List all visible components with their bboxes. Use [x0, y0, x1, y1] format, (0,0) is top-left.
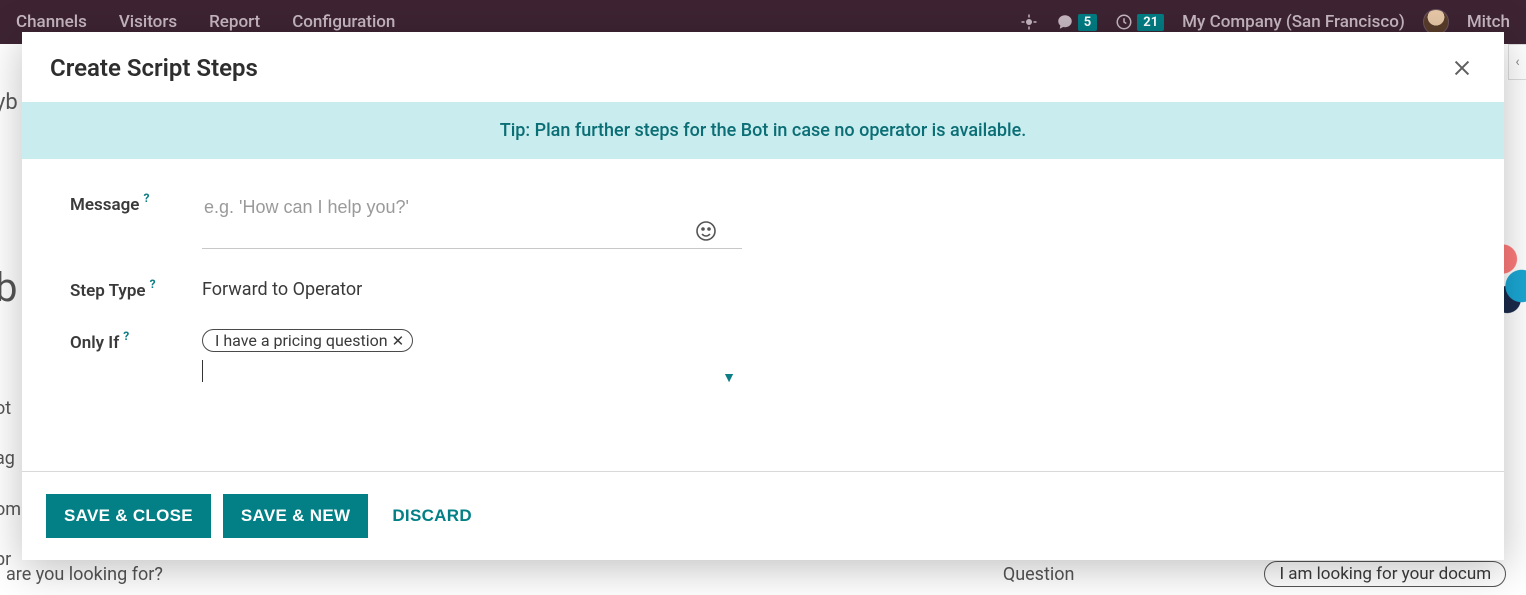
- only-if-dropdown-caret[interactable]: ▼: [722, 369, 736, 386]
- only-if-input-cursor: [202, 360, 203, 382]
- modal-title: Create Script Steps: [50, 54, 258, 82]
- only-if-tag-remove[interactable]: ✕: [390, 332, 405, 350]
- modal-header: Create Script Steps: [22, 32, 1504, 102]
- message-label: Message: [70, 195, 139, 215]
- message-input[interactable]: [202, 191, 742, 249]
- save-and-new-button[interactable]: SAVE & NEW: [223, 494, 368, 538]
- only-if-label: Only If: [70, 333, 119, 353]
- emoji-picker-button[interactable]: [694, 219, 718, 243]
- message-help-icon[interactable]: ?: [143, 191, 149, 211]
- save-and-close-button[interactable]: SAVE & CLOSE: [46, 494, 211, 538]
- create-script-steps-modal: Create Script Steps Tip: Plan further st…: [22, 32, 1504, 560]
- only-if-tag-label: I have a pricing question: [215, 331, 388, 350]
- only-if-help-icon[interactable]: ?: [123, 329, 129, 349]
- step-type-label: Step Type: [70, 281, 146, 301]
- step-type-value[interactable]: Forward to Operator: [202, 277, 742, 300]
- only-if-field[interactable]: I have a pricing question ✕ ▼: [202, 329, 742, 393]
- modal-overlay: Create Script Steps Tip: Plan further st…: [0, 0, 1526, 595]
- form: Message ? Step Type ? Forward to Operato…: [22, 159, 1504, 429]
- discard-button[interactable]: DISCARD: [380, 494, 490, 538]
- modal-footer: SAVE & CLOSE SAVE & NEW DISCARD: [22, 471, 1504, 560]
- close-button[interactable]: [1448, 54, 1476, 82]
- only-if-tag[interactable]: I have a pricing question ✕: [202, 329, 413, 352]
- tip-banner: Tip: Plan further steps for the Bot in c…: [22, 102, 1504, 159]
- step-type-help-icon[interactable]: ?: [150, 277, 156, 297]
